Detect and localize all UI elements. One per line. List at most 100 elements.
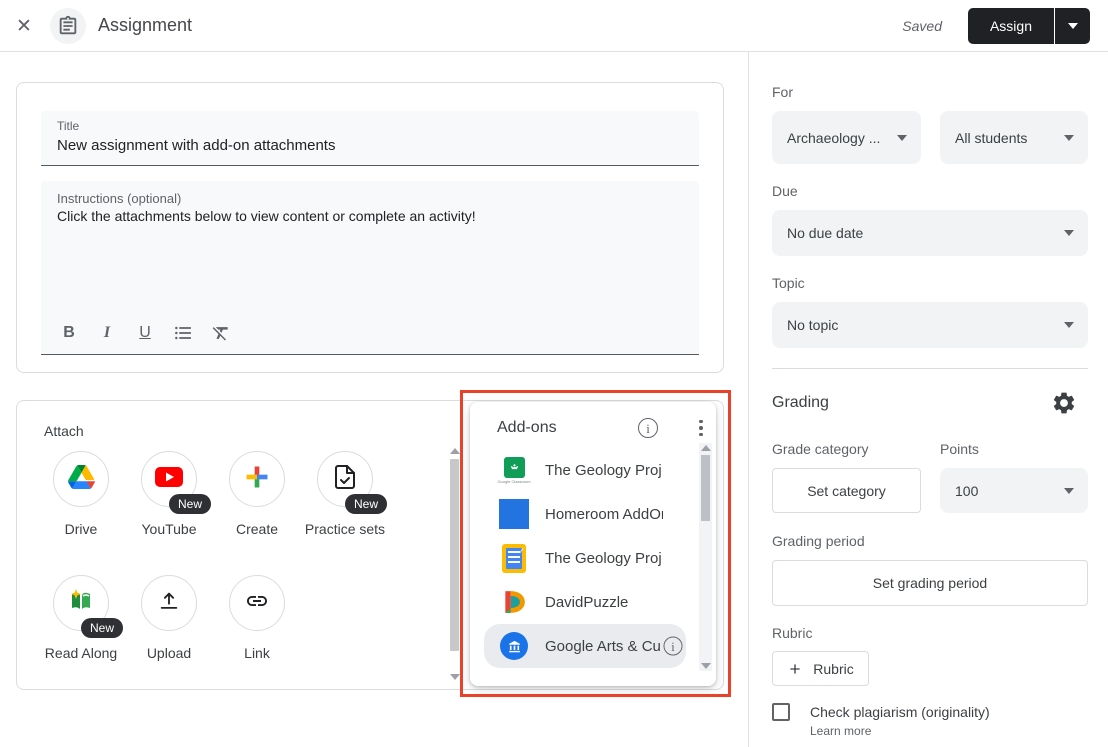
attach-option-label: YouTube	[121, 519, 217, 539]
add-rubric-button[interactable]: Rubric	[772, 651, 869, 686]
read-along-icon	[67, 588, 95, 619]
grade-category-label: Grade category	[772, 441, 869, 457]
scroll-up-icon[interactable]	[701, 445, 711, 451]
attach-option-label: Create	[209, 519, 305, 539]
learn-more-link[interactable]: Learn more	[810, 724, 871, 738]
instructions-input-value: Click the attachments below to view cont…	[57, 208, 683, 224]
assignment-icon	[50, 8, 86, 44]
practice-sets-icon	[333, 464, 357, 495]
class-select[interactable]: Archaeology ...	[772, 111, 921, 164]
addons-scrollbar[interactable]	[699, 443, 712, 671]
set-grading-period-label: Set grading period	[873, 575, 987, 591]
format-toolbar: B I U	[57, 321, 233, 345]
add-rubric-label: Rubric	[813, 661, 853, 677]
underline-icon[interactable]: U	[133, 321, 157, 345]
attach-scrollbar[interactable]	[449, 446, 461, 682]
attach-option-label: Link	[209, 643, 305, 663]
attach-option-read-along[interactable]: New Read Along	[33, 575, 129, 663]
attach-option-practice-sets[interactable]: New Practice sets	[297, 451, 393, 539]
addons-popup-title: Add-ons	[497, 419, 557, 437]
attach-option-label: Upload	[121, 643, 217, 663]
topic-select[interactable]: No topic	[772, 302, 1088, 348]
scroll-down-icon[interactable]	[450, 674, 460, 680]
set-grading-period-button[interactable]: Set grading period	[772, 560, 1088, 606]
students-select-value: All students	[955, 130, 1027, 146]
blue-square-icon	[498, 499, 530, 529]
new-badge: New	[169, 494, 211, 514]
for-label: For	[772, 84, 793, 100]
points-select[interactable]: 100	[940, 468, 1088, 513]
chevron-down-icon	[897, 135, 907, 141]
chevron-down-icon	[1064, 488, 1074, 494]
attach-option-drive[interactable]: Drive	[33, 451, 129, 539]
attach-option-label: Practice sets	[297, 519, 393, 539]
instructions-input[interactable]: Instructions (optional) Click the attach…	[41, 181, 699, 355]
points-label: Points	[940, 441, 979, 457]
sidebar-divider	[748, 52, 749, 747]
clipboard-icon: ✓	[498, 544, 530, 573]
plagiarism-checkbox[interactable]	[772, 703, 790, 721]
addons-info-icon[interactable]	[638, 418, 658, 438]
addon-info-icon[interactable]	[663, 637, 682, 656]
addon-item-geology-1[interactable]: Google Classroom The Geology Proj...	[484, 448, 686, 492]
assign-split-button: Assign	[968, 8, 1090, 44]
attach-section-label: Attach	[44, 423, 84, 439]
addon-item-davidpuzzle[interactable]: DavidPuzzle	[484, 580, 686, 624]
addon-item-label: The Geology Proj...	[545, 550, 663, 567]
addon-item-label: Homeroom AddOn	[545, 506, 663, 523]
create-plus-icon	[243, 463, 271, 496]
close-icon[interactable]: ✕	[12, 14, 36, 38]
attach-option-link[interactable]: Link	[209, 575, 305, 663]
grading-period-label: Grading period	[772, 533, 865, 549]
set-category-label: Set category	[807, 483, 886, 499]
scroll-up-icon[interactable]	[450, 448, 460, 454]
addon-item-homeroom[interactable]: Homeroom AddOn	[484, 492, 686, 536]
plagiarism-label: Check plagiarism (originality)	[810, 704, 990, 720]
addons-popup: Add-ons Google Classroom The Geology Pro…	[470, 402, 716, 686]
attach-option-create[interactable]: Create	[209, 451, 305, 539]
bold-icon[interactable]: B	[57, 321, 81, 345]
due-label: Due	[772, 183, 798, 199]
attach-option-upload[interactable]: Upload	[121, 575, 217, 663]
due-date-value: No due date	[787, 225, 863, 241]
grading-section-title: Grading	[772, 394, 829, 412]
top-bar: ✕ Assignment Saved Assign	[0, 0, 1108, 52]
bulleted-list-icon[interactable]	[171, 321, 195, 345]
due-date-select[interactable]: No due date	[772, 210, 1088, 256]
addon-item-label: The Geology Proj...	[545, 462, 663, 479]
addon-item-geology-2[interactable]: ✓ The Geology Proj...	[484, 536, 686, 580]
clear-formatting-icon[interactable]	[209, 321, 233, 345]
gear-icon[interactable]	[1051, 390, 1077, 416]
attach-option-youtube[interactable]: New YouTube	[121, 451, 217, 539]
plus-icon	[787, 661, 803, 677]
addon-item-label: Google Arts & Cu	[545, 638, 661, 655]
title-input[interactable]: Title New assignment with add-on attachm…	[41, 111, 699, 166]
chevron-down-icon	[1064, 135, 1074, 141]
scroll-down-icon[interactable]	[701, 663, 711, 669]
addons-overflow-menu-icon[interactable]	[691, 417, 711, 439]
chevron-down-icon	[1068, 23, 1078, 29]
assignment-form-card: Title New assignment with add-on attachm…	[16, 82, 724, 373]
attach-option-label: Drive	[33, 519, 129, 539]
rubric-label: Rubric	[772, 625, 812, 641]
title-input-label: Title	[57, 119, 683, 133]
new-badge: New	[345, 494, 387, 514]
set-category-button[interactable]: Set category	[772, 468, 921, 513]
scrollbar-thumb[interactable]	[450, 459, 459, 651]
title-input-value: New assignment with add-on attachments	[57, 137, 683, 154]
class-select-value: Archaeology ...	[787, 130, 880, 146]
italic-icon[interactable]: I	[95, 321, 119, 345]
new-badge: New	[81, 618, 123, 638]
addon-item-arts-culture[interactable]: Google Arts & Cu	[484, 624, 686, 668]
topic-label: Topic	[772, 275, 805, 291]
page-title: Assignment	[98, 15, 192, 36]
assign-button[interactable]: Assign	[968, 8, 1054, 44]
chevron-down-icon	[1064, 322, 1074, 328]
d-logo-icon	[498, 589, 530, 615]
scrollbar-thumb[interactable]	[701, 455, 710, 521]
youtube-icon	[155, 467, 183, 492]
assign-dropdown-button[interactable]	[1054, 8, 1090, 44]
drive-icon	[68, 465, 95, 494]
museum-icon	[498, 632, 530, 660]
students-select[interactable]: All students	[940, 111, 1088, 164]
